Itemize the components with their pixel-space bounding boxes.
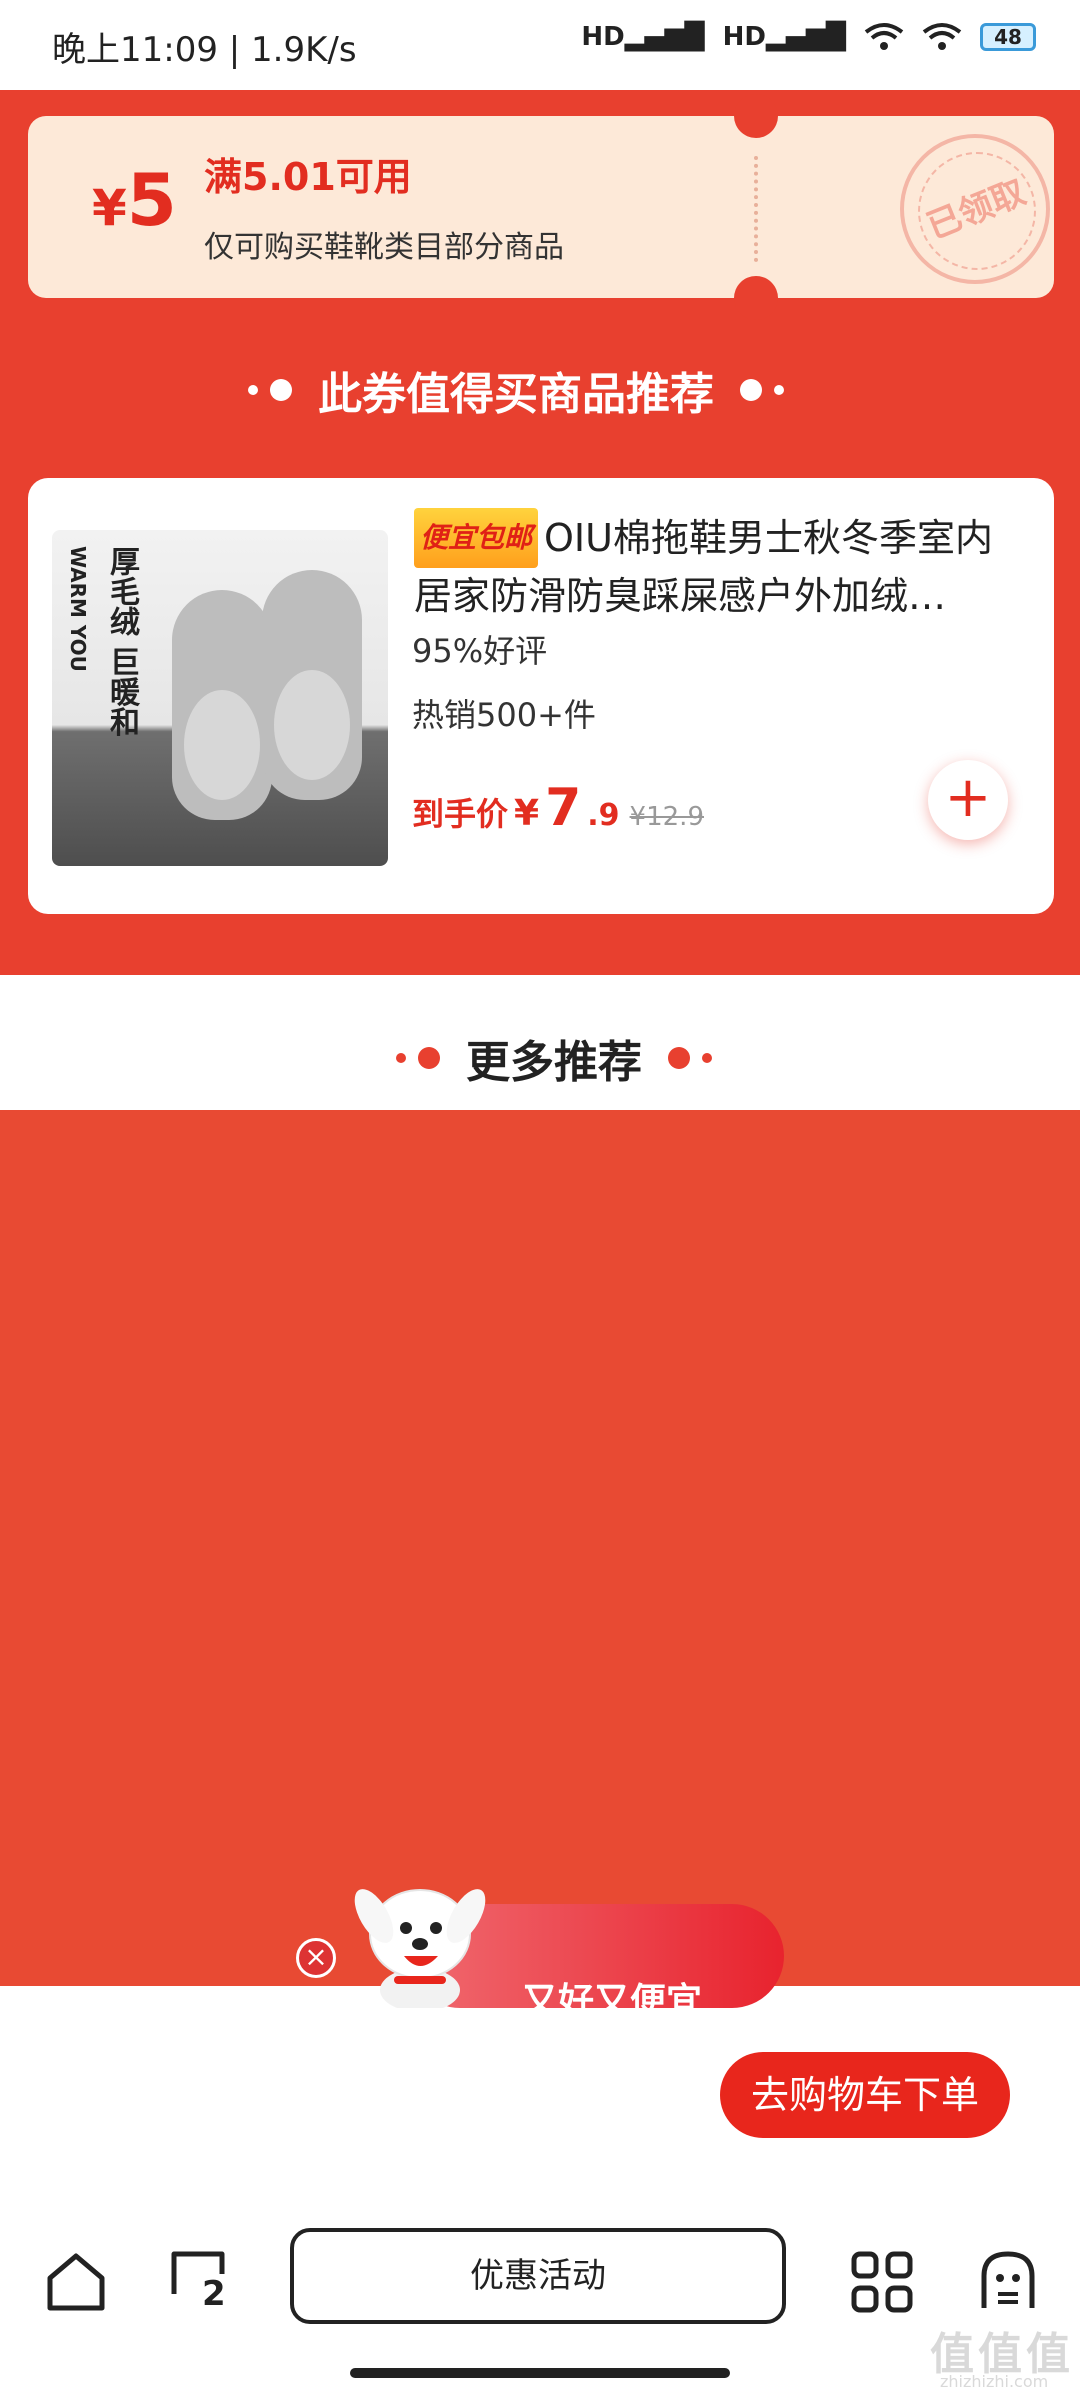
coupon-notch-bottom [734, 276, 778, 320]
dot-decoration [774, 385, 784, 395]
slipper-left [172, 590, 272, 820]
product-card[interactable]: WARM YOU 厚毛绒 巨暖和 便宜包邮 OIU棉拖鞋男士秋冬季室内居家防滑防臭… [28, 478, 1054, 914]
product-price: 到手价 ¥7.9 ¥12.9 [412, 778, 704, 838]
product-title[interactable]: 便宜包邮 OIU棉拖鞋男士秋冬季室内居家防滑防臭踩屎感户外加绒… [414, 508, 1024, 624]
coupon-card[interactable]: ¥5 满5.01可用 仅可购买鞋靴类目部分商品 已领取 [28, 94, 1054, 320]
signal-icon-2: HD▂▄▆█ [722, 22, 846, 52]
product-image[interactable]: WARM YOU 厚毛绒 巨暖和 [52, 530, 388, 866]
wifi-icon [864, 23, 904, 50]
price-integer: 7 [545, 778, 582, 838]
promo-activity-tab[interactable]: 优惠活动 [290, 2228, 786, 2324]
section-title: 此券值得买商品推荐 [318, 369, 714, 420]
product-sales: 热销500+件 [412, 696, 596, 734]
image-caption-cn: 厚毛绒 巨暖和 [104, 546, 139, 737]
close-icon[interactable]: × [296, 1938, 336, 1978]
home-indicator[interactable] [350, 2368, 730, 2378]
original-price: ¥12.9 [629, 802, 704, 832]
section-header: 此券值得买商品推荐 [248, 358, 784, 422]
tabs-count: 2 [202, 2274, 226, 2314]
slipper-right [262, 570, 362, 800]
status-bar: 晚上11:09 | 1.9K/s HD▂▄▆█ HD▂▄▆█ 48 [0, 0, 1080, 90]
add-to-cart-button[interactable]: + [928, 760, 1008, 840]
dot-decoration [418, 1047, 440, 1069]
dot-decoration [740, 379, 762, 401]
price-currency: ¥ [514, 793, 540, 834]
image-caption-en: WARM YOU [66, 546, 90, 672]
more-recommend-title: 更多推荐 [466, 1037, 642, 1088]
apps-grid-icon[interactable] [846, 2246, 918, 2318]
status-time: 晚上11:09 | 1.9K/s [52, 30, 357, 70]
dot-decoration [702, 1053, 712, 1063]
home-icon[interactable] [40, 2246, 112, 2318]
coupon-amount: ¥5 [92, 158, 177, 242]
wifi-icon-2 [922, 23, 962, 50]
dot-decoration [668, 1047, 690, 1069]
recommend-content-area [0, 1110, 1080, 1986]
coupon-condition: 满5.01可用 [204, 155, 412, 199]
dot-decoration [396, 1053, 406, 1063]
promo-text[interactable]: 又好又便宜 [522, 1972, 702, 2024]
dot-decoration [270, 379, 292, 401]
mascot-dog-icon [354, 1889, 486, 2008]
slipper-lining [274, 670, 350, 780]
claimed-stamp: 已领取 [900, 134, 1050, 284]
coupon-notch-top [734, 94, 778, 138]
profile-icon[interactable] [972, 2246, 1044, 2318]
price-label: 到手价 [412, 795, 509, 833]
slipper-lining [184, 690, 260, 800]
status-icons: HD▂▄▆█ HD▂▄▆█ 48 [581, 22, 1036, 52]
free-shipping-tag: 便宜包邮 [414, 508, 539, 568]
watermark-url: zhizhizhi.com [940, 2372, 1049, 2391]
price-decimal: .9 [587, 798, 620, 833]
coupon-description: 仅可购买鞋靴类目部分商品 [204, 230, 564, 265]
checkout-button[interactable]: 去购物车下单 [720, 2052, 1010, 2138]
more-recommend-header: 更多推荐 [396, 1026, 712, 1090]
battery-icon: 48 [980, 23, 1036, 51]
coupon-divider [754, 156, 758, 262]
product-rating: 95%好评 [412, 632, 548, 670]
tabs-icon[interactable]: 2 [166, 2246, 238, 2318]
signal-icon: HD▂▄▆█ [581, 22, 705, 52]
dot-decoration [248, 385, 258, 395]
